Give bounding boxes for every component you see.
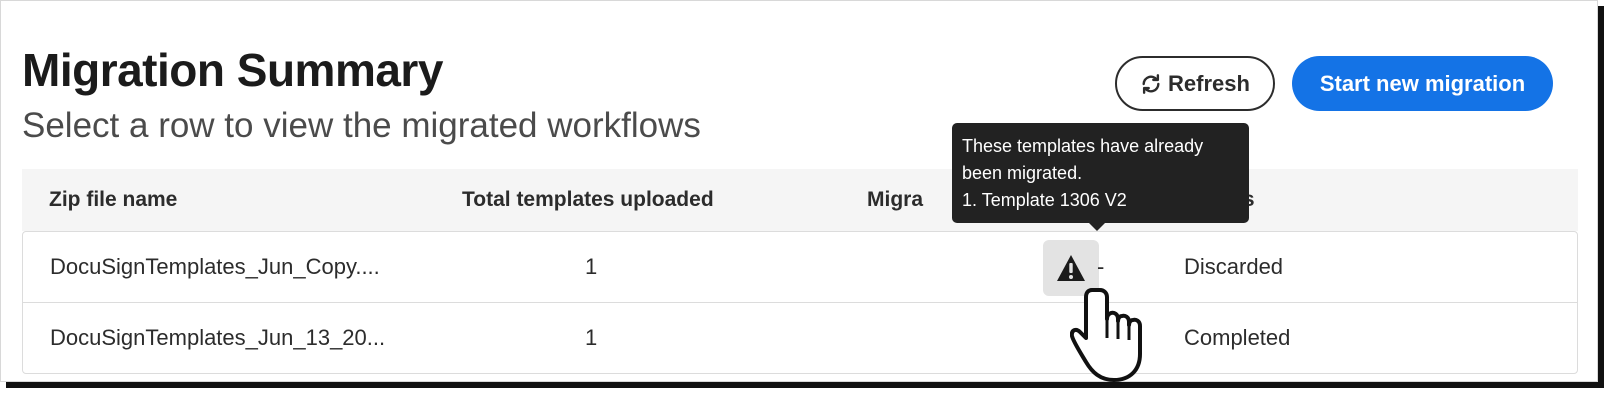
start-new-migration-button[interactable]: Start new migration xyxy=(1292,56,1553,111)
migration-table: Zip file name Total templates uploaded M… xyxy=(22,169,1578,374)
tooltip-line-2: been migrated. xyxy=(962,163,1083,183)
cell-total-uploaded: 1 xyxy=(585,325,598,350)
table-header: Zip file name Total templates uploaded M… xyxy=(22,169,1578,231)
column-header-zip-file-name[interactable]: Zip file name xyxy=(49,188,177,212)
cell-total-uploaded: 1 xyxy=(585,254,598,279)
start-new-migration-label: Start new migration xyxy=(1319,70,1526,96)
cell-migrated: - xyxy=(1097,254,1105,279)
table-body: DocuSignTemplates_Jun_Copy.... 1 - Disca… xyxy=(22,231,1578,374)
refresh-icon xyxy=(1142,73,1160,94)
table-row[interactable]: DocuSignTemplates_Jun_13_20... 1 Complet… xyxy=(23,303,1577,374)
cell-status: Discarded xyxy=(1184,254,1284,279)
page-title: Migration Summary xyxy=(22,44,443,96)
refresh-button-label: Refresh xyxy=(1168,70,1250,96)
column-header-total-templates[interactable]: Total templates uploaded xyxy=(462,188,714,212)
cell-zip-file-name: DocuSignTemplates_Jun_Copy.... xyxy=(50,254,380,279)
tooltip-line-3: 1. Template 1306 V2 xyxy=(962,190,1127,210)
hand-pointer-icon xyxy=(1070,288,1142,382)
page-subtitle: Select a row to view the migrated workfl… xyxy=(22,106,701,145)
table-row[interactable]: DocuSignTemplates_Jun_Copy.... 1 - Disca… xyxy=(23,232,1577,303)
cell-zip-file-name: DocuSignTemplates_Jun_13_20... xyxy=(50,325,386,350)
column-header-migrated-templates[interactable]: Migra xyxy=(867,188,923,212)
cell-status: Completed xyxy=(1184,325,1291,350)
migrated-templates-tooltip: These templates have already been migrat… xyxy=(952,123,1249,231)
tooltip-arrow xyxy=(1089,223,1105,231)
refresh-button[interactable]: Refresh xyxy=(1115,56,1275,111)
migration-summary-panel: Migration Summary Select a row to view t… xyxy=(0,0,1598,382)
tooltip-line-1: These templates have already xyxy=(962,136,1204,156)
warning-icon xyxy=(1057,255,1085,281)
